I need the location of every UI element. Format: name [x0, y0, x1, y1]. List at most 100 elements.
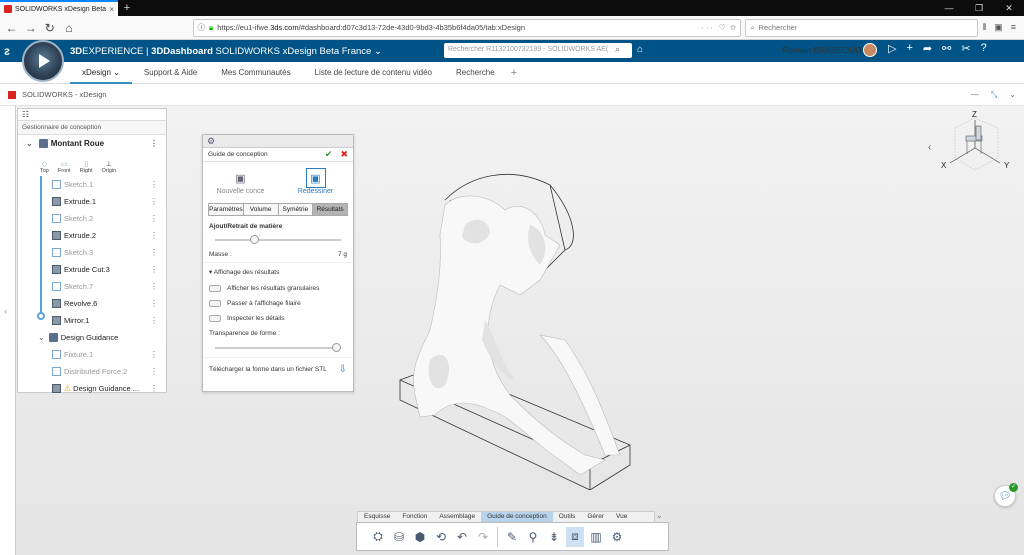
fixture-tool-icon[interactable]: ⛭: [369, 527, 387, 547]
view-cube[interactable]: Z X Y: [940, 108, 1015, 180]
add-icon[interactable]: +: [906, 42, 912, 55]
granular-results-toggle[interactable]: Afficher les résultats granulaires: [203, 281, 353, 296]
tab-sketch[interactable]: Esquisse: [358, 512, 396, 522]
sketch-tool-icon[interactable]: ✎: [503, 527, 521, 547]
cube-prev-icon[interactable]: ‹: [928, 142, 931, 153]
expand-left-icon[interactable]: ‹: [4, 306, 7, 316]
more-icon[interactable]: ⋮: [150, 265, 158, 274]
toggle-switch[interactable]: [209, 300, 221, 307]
app-search-input[interactable]: Rechercher R1132100732199 - SOLIDWORKS A…: [444, 43, 632, 58]
tab-results[interactable]: Résultats: [313, 204, 347, 215]
dashboard-chevron-icon[interactable]: ⌄: [374, 46, 382, 57]
url-text[interactable]: https://eu1-ifwe.3ds.com/#dashboard:d07c…: [217, 23, 697, 32]
chat-button[interactable]: 💬︎ ✓: [994, 483, 1018, 507]
restore-icon[interactable]: ❐: [964, 0, 994, 16]
avatar[interactable]: [863, 43, 877, 57]
tree-icon[interactable]: ☷: [22, 110, 29, 119]
reload-icon[interactable]: ↻: [42, 21, 57, 35]
new-tab-button[interactable]: +: [118, 0, 136, 16]
tab-tools[interactable]: Outils: [553, 512, 582, 522]
more-icon[interactable]: ⋮: [150, 367, 158, 376]
library-icon[interactable]: ⫴: [982, 22, 986, 33]
home-icon[interactable]: ⌂: [61, 21, 76, 35]
more-icon[interactable]: ⋮: [150, 316, 158, 325]
browser-search-input[interactable]: Rechercher: [759, 23, 798, 32]
rotate-tool-icon[interactable]: ⟲: [432, 527, 450, 547]
tag-icon[interactable]: ⌂: [637, 44, 643, 55]
tab-assembly[interactable]: Assemblage: [433, 512, 481, 522]
minimize-widget-icon[interactable]: —: [971, 90, 979, 100]
collapse-chevron-icon[interactable]: ⌄: [26, 139, 33, 148]
tab-parameters[interactable]: Paramètres: [209, 204, 244, 215]
more-icon[interactable]: ⋮: [150, 214, 158, 223]
download-stl-row[interactable]: Télécharger la forme dans un fichier STL…: [203, 357, 353, 381]
notifications-icon[interactable]: ▷: [888, 42, 896, 55]
transparency-slider[interactable]: [215, 343, 341, 353]
slider-knob[interactable]: [332, 343, 341, 352]
force-tool-icon[interactable]: ⛁: [390, 527, 408, 547]
list-item[interactable]: Distributed Force.2 ⋮: [18, 363, 166, 380]
more-icon[interactable]: ⋮: [150, 384, 158, 393]
section-tool-icon[interactable]: ▥: [587, 527, 605, 547]
plane-top[interactable]: ◇ Top: [40, 160, 49, 174]
tab-manage[interactable]: Gérer: [581, 512, 610, 522]
tab-search[interactable]: Recherche: [444, 62, 507, 84]
more-icon[interactable]: ⋮: [150, 248, 158, 257]
help-icon[interactable]: ?: [981, 42, 987, 55]
more-icon[interactable]: ⋮: [150, 282, 158, 291]
pocket-icon[interactable]: ♡: [719, 23, 726, 32]
chevron-down-icon[interactable]: ⌄: [113, 68, 120, 77]
tab-volume[interactable]: Volume: [243, 204, 279, 215]
url-bar[interactable]: ⓘ 🔒︎ https://eu1-ifwe.3ds.com/#dashboard…: [192, 18, 742, 37]
browser-search-bar[interactable]: ⌕ Rechercher: [745, 18, 979, 37]
more-icon[interactable]: ⋮: [150, 350, 158, 359]
plane-right[interactable]: ▯ Right: [80, 160, 93, 174]
origin[interactable]: ⊥ Origin: [102, 160, 117, 174]
app-search-icon[interactable]: ⌕: [615, 44, 620, 55]
widget-menu-chevron-icon[interactable]: ⌄: [1009, 90, 1016, 100]
tab-support[interactable]: Support & Aide: [132, 62, 209, 84]
tab-video-playlist[interactable]: Liste de lecture de contenu vidéo: [303, 62, 444, 84]
collapse-icon[interactable]: ⤡: [991, 90, 997, 100]
tree-root[interactable]: ⌄ Montant Roue ⋮: [18, 135, 166, 152]
more-icon[interactable]: ⋮: [150, 231, 158, 240]
more-icon[interactable]: ⋮: [150, 197, 158, 206]
menu-icon[interactable]: ≡: [1011, 22, 1016, 33]
redraw-button[interactable]: ▣ Redessiner: [286, 168, 346, 195]
info-icon[interactable]: ⓘ: [198, 22, 206, 33]
browser-tab[interactable]: SOLIDWORKS xDesign Beta Fra... ×: [0, 0, 118, 16]
download-icon[interactable]: ⇩: [339, 364, 347, 375]
tree-guidance[interactable]: ⌄ Design Guidance: [18, 329, 166, 346]
toggle-switch[interactable]: [209, 285, 221, 292]
list-item[interactable]: ⚠ Design Guidance ... ⋮: [18, 380, 166, 397]
tab-xdesign[interactable]: xDesign ⌄: [70, 62, 132, 84]
user-name[interactable]: Romain BRASSOUD: [782, 45, 861, 55]
results-display-toggle[interactable]: ▾ Affichage des résultats: [203, 263, 353, 281]
toggle-switch[interactable]: [209, 315, 221, 322]
tools-icon[interactable]: ✂: [961, 42, 970, 55]
close-tab-icon[interactable]: ×: [109, 5, 114, 14]
measure-tool-icon[interactable]: ⚲: [524, 527, 542, 547]
collapse-chevron-icon[interactable]: ⌄: [38, 333, 45, 342]
appearance-tool-icon[interactable]: ⚙: [608, 527, 626, 547]
new-design-button[interactable]: ▣ Nouvelle conce: [211, 168, 271, 196]
network-icon[interactable]: ⚯: [942, 42, 951, 55]
more-icon[interactable]: ⋮: [150, 180, 158, 189]
page-actions-icon[interactable]: ···: [701, 23, 715, 32]
share-icon[interactable]: ➦: [923, 42, 932, 55]
tab-design-guidance[interactable]: Guide de conception: [481, 512, 553, 522]
ok-icon[interactable]: ✔: [325, 149, 333, 160]
tab-communities[interactable]: Mes Communautés: [209, 62, 302, 84]
minimize-icon[interactable]: —: [934, 0, 964, 16]
cancel-icon[interactable]: ✖: [340, 149, 348, 160]
material-slider[interactable]: [215, 235, 341, 245]
design-guidance-icon[interactable]: ⚙: [207, 136, 215, 147]
inspect-details-toggle[interactable]: Inspecter les détails: [203, 311, 353, 326]
back-icon[interactable]: ←: [4, 21, 19, 35]
dimension-tool-icon[interactable]: ⇟: [545, 527, 563, 547]
pressure-tool-icon[interactable]: ⬢: [411, 527, 429, 547]
tab-feature[interactable]: Fonction: [396, 512, 433, 522]
sidebar-icon[interactable]: ▣: [994, 22, 1003, 33]
more-icon[interactable]: ⋮: [150, 139, 158, 148]
list-item[interactable]: Fixture.1 ⋮: [18, 346, 166, 363]
